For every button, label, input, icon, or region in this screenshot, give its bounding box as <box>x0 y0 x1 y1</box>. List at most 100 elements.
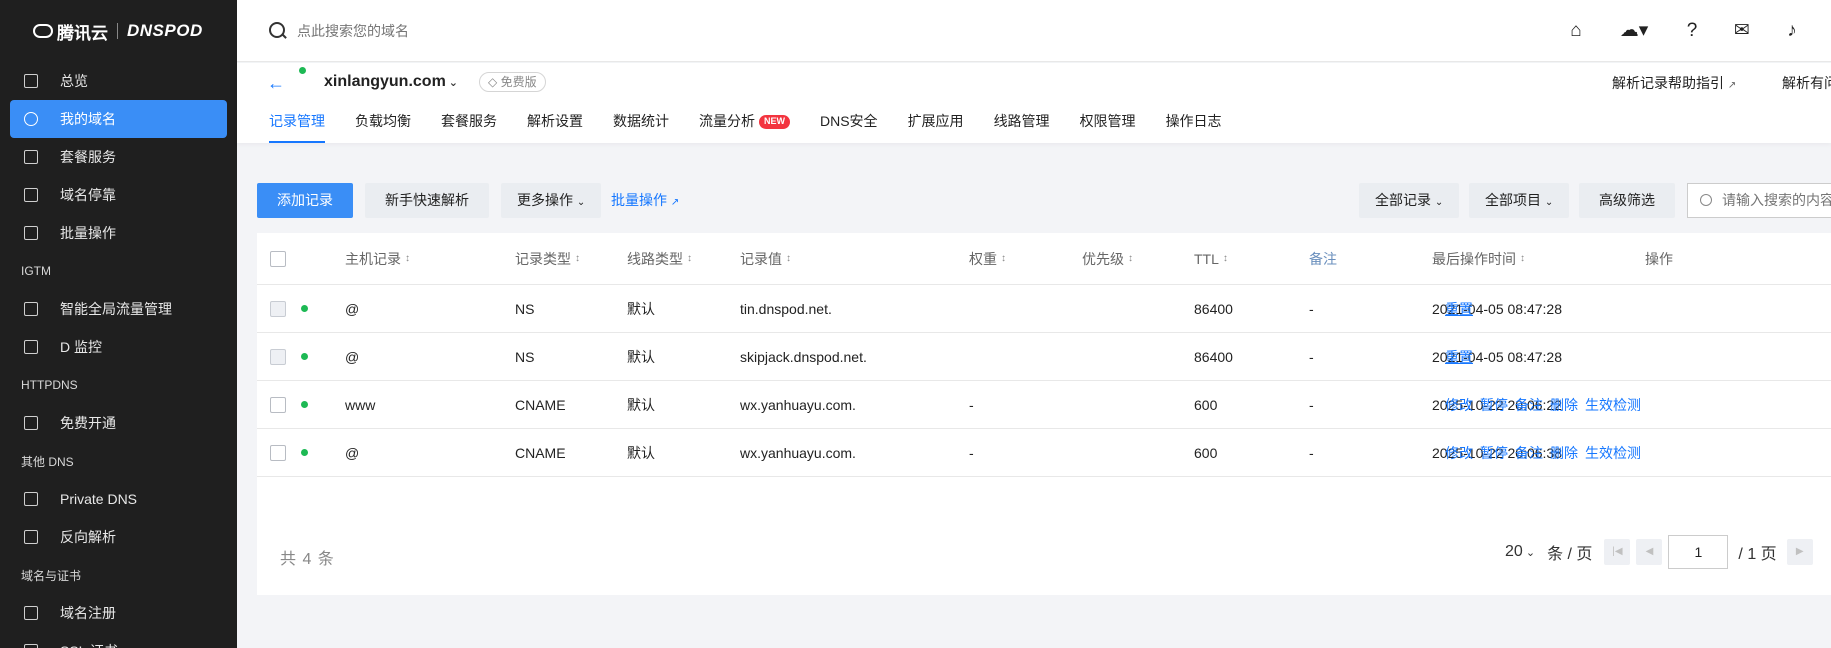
record-status-dot <box>301 305 308 312</box>
table-row: @ NS 默认 tin.dnspod.net. 86400-2021-04-05 08:… <box>257 285 1831 333</box>
quick-parse-button[interactable]: 新手快速解析 <box>365 183 489 218</box>
row-action-link[interactable]: 备注 <box>1515 443 1543 463</box>
row-action-link[interactable]: 修改 <box>1445 395 1473 415</box>
domain-search-input[interactable] <box>297 22 697 39</box>
tab[interactable]: 套餐服务 <box>441 111 497 143</box>
sidebar-group-label: 其他 DNS <box>21 454 74 469</box>
row-action-link[interactable]: 删除 <box>1550 395 1578 415</box>
pagination: 20 ⌄ 条 / 页 |◀ ◀ / 1 页 ▶ <box>1505 535 1813 569</box>
cell-line: 默认 <box>627 300 655 317</box>
row-action-link[interactable]: 重置 <box>1445 347 1473 367</box>
row-checkbox[interactable] <box>270 396 286 413</box>
page-input[interactable] <box>1668 535 1729 569</box>
sidebar-item-label: 套餐服务 <box>60 149 116 165</box>
help-link-2[interactable]: 解析有问题 <box>1782 73 1831 93</box>
col-ops: 操作 <box>1645 250 1673 267</box>
row-checkbox[interactable] <box>270 444 286 461</box>
col-priority[interactable]: 优先级 ↕ <box>1082 233 1133 284</box>
advanced-filter-button[interactable]: 高级筛选 <box>1579 183 1675 218</box>
sidebar-item[interactable]: 反向解析 <box>0 518 237 556</box>
all-records-dropdown[interactable]: 全部记录 ⌄ <box>1359 183 1460 218</box>
row-action-link[interactable]: 删除 <box>1550 443 1578 463</box>
search-icon[interactable] <box>269 21 287 40</box>
domain-selector[interactable]: xinlangyun.com ⌄ <box>324 73 458 91</box>
record-status-dot <box>301 401 308 408</box>
first-page-button[interactable]: |◀ <box>1604 539 1631 565</box>
back-arrow-icon[interactable]: ← <box>267 73 285 94</box>
sidebar-item[interactable]: SSL 证书 <box>0 632 237 648</box>
tab-label: 操作日志 <box>1165 113 1222 129</box>
sidebar-item[interactable]: 总览 <box>0 62 237 100</box>
logo[interactable]: 腾讯云 DNSPOD <box>0 0 237 62</box>
total-pages: / 1 页 <box>1738 546 1777 563</box>
tab[interactable]: 流量分析 NEW <box>699 111 790 143</box>
col-type[interactable]: 记录类型 ↕ <box>515 233 580 284</box>
page-size-select[interactable]: 20 ⌄ <box>1505 543 1535 561</box>
cell-ops: 修改 暂停 备注 删除 生效检测 <box>1445 429 1648 476</box>
row-action-link[interactable]: 生效检测 <box>1585 443 1641 463</box>
cell-type: NS <box>515 300 535 317</box>
home-icon[interactable]: ⌂ <box>1565 21 1587 41</box>
cell-type: CNAME <box>515 396 566 413</box>
tab[interactable]: 操作日志 <box>1166 111 1222 143</box>
sidebar-group-label: 域名与证书 <box>21 568 82 583</box>
prev-page-button[interactable]: ◀ <box>1636 539 1663 565</box>
all-items-dropdown[interactable]: 全部项目 ⌄ <box>1469 183 1570 218</box>
cloud-dropdown-icon[interactable]: ☁▾ <box>1615 21 1653 41</box>
cell-weight: - <box>969 444 974 461</box>
total-count: 共 4 条 <box>280 551 335 568</box>
tab[interactable]: 负载均衡 <box>355 111 411 143</box>
sidebar-item[interactable]: 套餐服务 <box>0 138 237 176</box>
col-host[interactable]: 主机记录 ↕ <box>345 233 410 284</box>
globe-icon <box>24 112 38 126</box>
col-weight[interactable]: 权重 ↕ <box>969 233 1006 284</box>
diamond-icon <box>24 492 38 506</box>
sidebar-item[interactable]: 我的域名 <box>10 100 227 138</box>
bell-icon[interactable]: ♪ <box>1781 21 1803 41</box>
tab-label: 记录管理 <box>269 113 325 129</box>
new-badge: NEW <box>759 115 790 129</box>
sidebar-item[interactable]: D 监控 <box>0 328 237 366</box>
help-icon[interactable]: ? <box>1681 21 1703 41</box>
tab[interactable]: DNS安全 <box>820 111 878 143</box>
sidebar-item[interactable]: 域名注册 <box>0 594 237 632</box>
record-search-input[interactable] <box>1722 192 1831 208</box>
sidebar-item[interactable]: 批量操作 <box>0 214 237 252</box>
cell-value: wx.yanhuayu.com. <box>740 396 856 413</box>
row-action-link[interactable]: 备注 <box>1515 395 1543 415</box>
sidebar-item[interactable]: Private DNS <box>0 480 237 518</box>
tab[interactable]: 记录管理 <box>269 111 325 143</box>
tab[interactable]: 线路管理 <box>994 111 1050 143</box>
tab[interactable]: 解析设置 <box>527 111 583 143</box>
batch-ops-link[interactable]: 批量操作 ↗ <box>611 183 679 220</box>
help-guide-link[interactable]: 解析记录帮助指引 ↗ <box>1612 73 1736 93</box>
select-all-checkbox[interactable] <box>270 250 286 267</box>
sidebar-item[interactable]: 智能全局流量管理 <box>0 290 237 328</box>
sidebar-item[interactable]: 免费开通 <box>0 404 237 442</box>
row-action-link[interactable]: 暂停 <box>1480 443 1508 463</box>
row-checkbox <box>270 348 286 365</box>
logo-cn: 腾讯云 <box>57 23 108 43</box>
tab[interactable]: 权限管理 <box>1080 111 1136 143</box>
col-value[interactable]: 记录值 ↕ <box>740 233 791 284</box>
tab[interactable]: 扩展应用 <box>908 111 964 143</box>
cell-ops: 修改 暂停 备注 删除 生效检测 <box>1445 381 1648 428</box>
cell-ttl: 86400 <box>1194 348 1233 365</box>
cell-value: tin.dnspod.net. <box>740 300 832 317</box>
col-ttl[interactable]: TTL ↕ <box>1194 233 1228 284</box>
sidebar-item[interactable]: 域名停靠 <box>0 176 237 214</box>
col-line[interactable]: 线路类型 ↕ <box>627 233 692 284</box>
next-page-button[interactable]: ▶ <box>1786 539 1813 565</box>
row-action-link[interactable]: 暂停 <box>1480 395 1508 415</box>
row-action-link[interactable]: 生效检测 <box>1585 395 1641 415</box>
table-header: 主机记录 ↕ 记录类型 ↕ 线路类型 ↕ 记录值 ↕ 权重 ↕ 优先级 ↕ TTL ↕ 备注 … <box>257 233 1831 285</box>
wechat-icon[interactable]: ✉ <box>1731 21 1753 41</box>
row-action-link[interactable]: 重置 <box>1445 299 1473 319</box>
record-search[interactable] <box>1687 183 1831 218</box>
add-record-button[interactable]: 添加记录 <box>257 183 353 218</box>
row-action-link[interactable]: 修改 <box>1445 443 1473 463</box>
col-time[interactable]: 最后操作时间 ↕ <box>1432 233 1525 284</box>
more-ops-dropdown[interactable]: 更多操作 ⌄ <box>501 183 602 218</box>
table-row: @ CNAME 默认 wx.yanhuayu.com. -600-2025-10-22 … <box>257 429 1831 477</box>
tab[interactable]: 数据统计 <box>613 111 669 143</box>
